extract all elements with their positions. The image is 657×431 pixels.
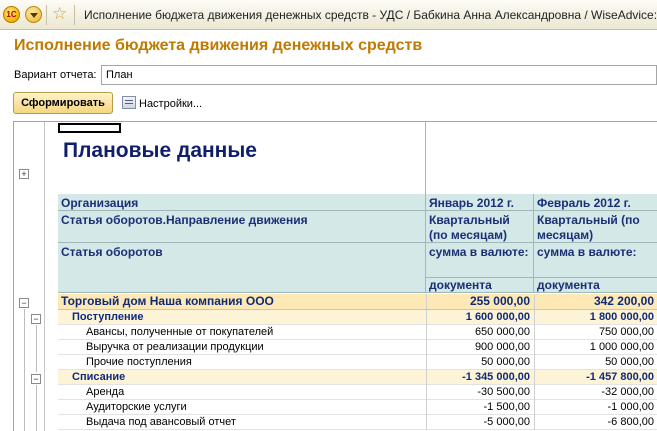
row-label: Торговый дом Наша компания ООО	[61, 294, 274, 308]
header-col1-sum: сумма в валюте:	[426, 243, 534, 278]
plan-title-marker	[58, 123, 121, 133]
row-feb-value: -32 000,00	[534, 385, 657, 400]
header-col2-doc: документа	[534, 278, 657, 293]
window-titlebar: 1С ☆ Исполнение бюджета движения денежны…	[0, 0, 657, 30]
page-title: Исполнение бюджета движения денежных сре…	[14, 37, 423, 54]
tree-line	[24, 309, 25, 431]
header-col2-sum: сумма в валюте:	[534, 243, 657, 278]
expand-all-icon[interactable]: +	[19, 169, 29, 179]
row-label: Выручка от реализации продукции	[86, 341, 264, 353]
table-row[interactable]: Аренда -30 500,00 -32 000,00	[58, 385, 657, 400]
row-jan-value: -5 000,00	[426, 415, 534, 430]
settings-icon	[122, 96, 136, 109]
header-article-direction: Статья оборотов.Направление движения	[58, 211, 426, 243]
row-jan-value: 900 000,00	[426, 340, 534, 355]
report-area[interactable]: + − − − Плановые данные Организация Янва…	[13, 121, 657, 431]
row-label: Авансы, полученные от покупателей	[86, 326, 274, 338]
header-col1-type: Квартальный (по месяцам)	[426, 211, 534, 243]
header-col2-period: Февраль 2012 г.	[534, 194, 657, 211]
row-feb-value: 342 200,00	[534, 294, 657, 309]
collapse-income-icon[interactable]: −	[31, 314, 41, 324]
app-logo-icon[interactable]: 1С	[3, 6, 20, 23]
header-col1-doc: документа	[426, 278, 534, 293]
table-row-income[interactable]: Поступление 1 600 000,00 1 800 000,00	[58, 310, 657, 325]
header-col2-type: Квартальный (по месяцам)	[534, 211, 657, 243]
collapse-expense-icon[interactable]: −	[31, 374, 41, 384]
table-row-expense[interactable]: Списание -1 345 000,00 -1 457 800,00	[58, 370, 657, 385]
row-feb-value: -6 800,00	[534, 415, 657, 430]
row-jan-value: 650 000,00	[426, 325, 534, 340]
row-label: Выдача под авансовый отчет	[86, 416, 236, 428]
table-row[interactable]: Выдача под авансовый отчет -5 000,00 -6 …	[58, 415, 657, 430]
row-feb-value: 1 000 000,00	[534, 340, 657, 355]
settings-button[interactable]: Настройки...	[122, 96, 202, 110]
variant-field[interactable]: План	[101, 65, 657, 85]
collapse-org-icon[interactable]: −	[19, 298, 29, 308]
generate-button[interactable]: Сформировать	[13, 92, 113, 114]
table-row-organization[interactable]: Торговый дом Наша компания ООО 255 000,0…	[58, 294, 657, 310]
table-row[interactable]: Авансы, полученные от покупателей 650 00…	[58, 325, 657, 340]
row-jan-value: -30 500,00	[426, 385, 534, 400]
titlebar-separator	[74, 5, 75, 25]
menu-dropdown-icon[interactable]	[25, 6, 42, 23]
row-jan-value: 1 600 000,00	[426, 310, 534, 325]
table-row[interactable]: Выручка от реализации продукции 900 000,…	[58, 340, 657, 355]
tree-line	[36, 385, 37, 431]
row-label: Аренда	[86, 386, 125, 398]
row-label: Поступление	[72, 311, 144, 323]
row-label: Списание	[72, 371, 126, 383]
row-jan-value: 255 000,00	[426, 294, 534, 309]
variant-label: Вариант отчета:	[14, 69, 97, 81]
row-feb-value: 750 000,00	[534, 325, 657, 340]
row-jan-value: -1 500,00	[426, 400, 534, 415]
row-label: Аудиторские услуги	[86, 401, 187, 413]
row-feb-value: -1 457 800,00	[534, 370, 657, 385]
table-row[interactable]: Прочие поступления 50 000,00 50 000,00	[58, 355, 657, 370]
tree-line	[36, 325, 37, 372]
titlebar-separator	[46, 5, 47, 25]
header-col1-period: Январь 2012 г.	[426, 194, 534, 211]
row-jan-value: -1 345 000,00	[426, 370, 534, 385]
row-feb-value: 1 800 000,00	[534, 310, 657, 325]
table-row[interactable]: Аудиторские услуги -1 500,00 -1 000,00	[58, 400, 657, 415]
star-icon[interactable]: ☆	[52, 4, 67, 24]
row-feb-value: 50 000,00	[534, 355, 657, 370]
report-gutter: + − − −	[14, 122, 45, 431]
row-label: Прочие поступления	[86, 356, 192, 368]
header-org: Организация	[58, 194, 426, 211]
row-jan-value: 50 000,00	[426, 355, 534, 370]
header-article: Статья оборотов	[58, 243, 426, 293]
window-title: Исполнение бюджета движения денежных сре…	[84, 8, 657, 22]
plan-title: Плановые данные	[63, 139, 257, 162]
row-feb-value: -1 000,00	[534, 400, 657, 415]
settings-label: Настройки...	[139, 98, 203, 110]
